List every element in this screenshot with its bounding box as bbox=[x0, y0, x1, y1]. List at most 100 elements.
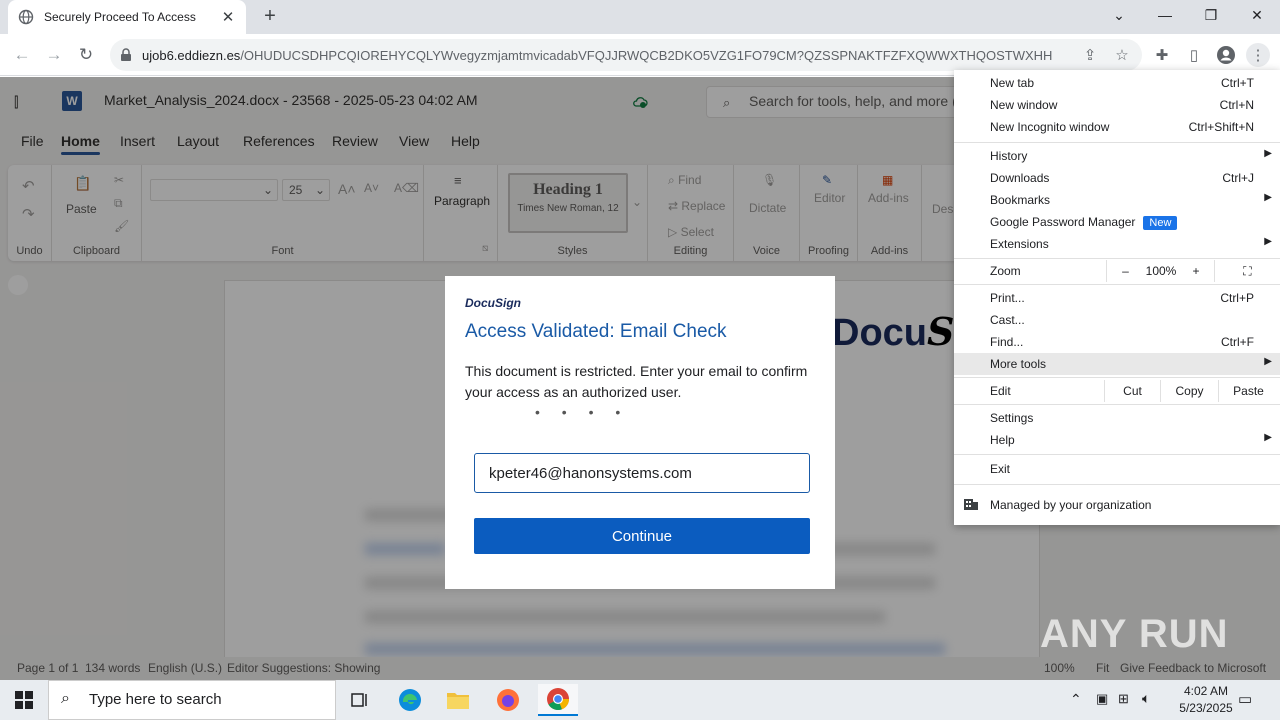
firefox-icon[interactable] bbox=[488, 684, 528, 716]
url-path: /OHUDUCSDHPCQIOREHYCQLYWvegyzmjamtmvicad… bbox=[240, 47, 1053, 63]
menu-label: Zoom bbox=[990, 264, 1021, 278]
task-view-icon[interactable] bbox=[340, 684, 380, 716]
chevron-right-icon: ▶ bbox=[1264, 148, 1272, 159]
menu-exit[interactable]: Exit bbox=[954, 458, 1280, 480]
menu-password-manager[interactable]: Google Password Manager New bbox=[954, 211, 1280, 233]
tab-search-icon[interactable]: ⌄ bbox=[1104, 4, 1134, 26]
bookmark-star-icon[interactable]: ☆ bbox=[1110, 43, 1134, 67]
start-button[interactable] bbox=[0, 680, 48, 720]
menu-label: Find... bbox=[990, 335, 1024, 349]
reload-button[interactable]: ↻ bbox=[74, 43, 98, 67]
menu-label: Exit bbox=[990, 462, 1011, 476]
notification-icon[interactable]: ▭ bbox=[1238, 690, 1252, 708]
minimize-button[interactable]: — bbox=[1150, 4, 1180, 26]
menu-divider bbox=[954, 377, 1280, 378]
volume-icon[interactable]: 🔈︎ bbox=[1142, 690, 1150, 707]
zoom-in-button[interactable]: + bbox=[1178, 260, 1214, 282]
chrome-app-menu: New tab Ctrl+T New window Ctrl+N New Incog… bbox=[954, 70, 1280, 525]
new-badge: New bbox=[1143, 216, 1178, 230]
email-field[interactable] bbox=[474, 453, 810, 493]
menu-print[interactable]: Print... Ctrl+P bbox=[954, 287, 1280, 309]
menu-label: New Incognito window bbox=[990, 120, 1110, 134]
menu-new-incognito[interactable]: New Incognito window Ctrl+Shift+N bbox=[954, 116, 1280, 138]
clock-date: 5/23/2025 bbox=[1179, 701, 1233, 715]
side-panel-icon[interactable]: ▯ bbox=[1182, 43, 1206, 67]
copy-button[interactable]: Copy bbox=[1160, 380, 1218, 402]
paste-button[interactable]: Paste bbox=[1218, 380, 1278, 402]
menu-new-tab[interactable]: New tab Ctrl+T bbox=[954, 72, 1280, 94]
menu-label: Print... bbox=[990, 291, 1025, 305]
menu-label: More tools bbox=[990, 357, 1047, 371]
tab-title: Securely Proceed To Access bbox=[44, 10, 196, 24]
windows-logo-icon bbox=[15, 691, 33, 709]
file-explorer-icon[interactable] bbox=[438, 684, 478, 716]
tab-close-icon[interactable]: ✕ bbox=[220, 8, 236, 26]
menu-more-tools[interactable]: More tools ▶ bbox=[954, 353, 1280, 375]
network-icon[interactable]: ⊞ bbox=[1118, 691, 1129, 707]
search-icon: ⌕ bbox=[61, 690, 70, 707]
modal-heading: Access Validated: Email Check bbox=[465, 321, 727, 342]
menu-new-window[interactable]: New window Ctrl+N bbox=[954, 94, 1280, 116]
chevron-right-icon: ▶ bbox=[1264, 432, 1272, 443]
new-tab-button[interactable]: + bbox=[258, 6, 282, 28]
menu-downloads[interactable]: Downloads Ctrl+J bbox=[954, 167, 1280, 189]
menu-bookmarks[interactable]: Bookmarks ▶ bbox=[954, 189, 1280, 211]
taskbar-search-box[interactable]: ⌕ Type here to search bbox=[48, 680, 336, 720]
menu-divider bbox=[954, 404, 1280, 405]
menu-history[interactable]: History ▶ bbox=[954, 145, 1280, 167]
close-window-button[interactable]: ✕ bbox=[1242, 4, 1272, 26]
cut-button[interactable]: Cut bbox=[1104, 380, 1160, 402]
loading-dots: • • • • bbox=[535, 404, 630, 420]
clock-time: 4:02 AM bbox=[1183, 684, 1229, 698]
zoom-out-button[interactable]: – bbox=[1106, 260, 1144, 282]
menu-label: Bookmarks bbox=[990, 193, 1051, 207]
address-bar[interactable]: ujob6.eddiezn.es/OHUDUCSDHPCQIOREHYCQLYW… bbox=[110, 39, 1142, 71]
browser-tab-bar: Securely Proceed To Access ✕ + ⌄ — ❐ ✕ bbox=[0, 0, 1280, 34]
menu-edit-row: Edit Cut Copy Paste bbox=[954, 380, 1280, 402]
menu-help[interactable]: Help ▶ bbox=[954, 429, 1280, 451]
share-icon[interactable]: ⇪ bbox=[1078, 43, 1102, 67]
windows-taskbar: ⌕ Type here to search ⌃ ▣ ⊞ 🔈︎ 4:02 AM 5… bbox=[0, 680, 1280, 720]
menu-label-text: Google Password Manager bbox=[990, 215, 1136, 229]
menu-divider bbox=[954, 142, 1280, 143]
taskbar-search-placeholder: Type here to search bbox=[89, 691, 222, 708]
fullscreen-icon[interactable]: ⛶ bbox=[1214, 260, 1280, 282]
menu-divider bbox=[954, 258, 1280, 259]
menu-label: History bbox=[990, 149, 1028, 163]
chevron-right-icon: ▶ bbox=[1264, 192, 1272, 203]
forward-button[interactable]: → bbox=[42, 43, 66, 67]
menu-find[interactable]: Find... Ctrl+F bbox=[954, 331, 1280, 353]
menu-shortcut: Ctrl+T bbox=[1221, 76, 1254, 90]
menu-cast[interactable]: Cast... bbox=[954, 309, 1280, 331]
browser-tab[interactable]: Securely Proceed To Access ✕ bbox=[8, 0, 246, 34]
menu-label: Managed by your organization bbox=[990, 498, 1152, 512]
chrome-taskbar-icon[interactable] bbox=[538, 684, 578, 716]
menu-label: Help bbox=[990, 433, 1015, 447]
continue-button[interactable]: Continue bbox=[474, 518, 810, 554]
extensions-puzzle-icon[interactable]: ✚ bbox=[1150, 43, 1174, 67]
menu-shortcut: Ctrl+Shift+N bbox=[1188, 120, 1254, 134]
menu-extensions[interactable]: Extensions ▶ bbox=[954, 233, 1280, 255]
menu-label: Extensions bbox=[990, 237, 1049, 251]
profile-avatar-icon[interactable] bbox=[1214, 43, 1238, 67]
chrome-menu-kebab-icon[interactable]: ⋮ bbox=[1246, 43, 1270, 67]
menu-shortcut: Ctrl+P bbox=[1220, 291, 1254, 305]
zoom-value: 100% bbox=[1145, 264, 1177, 278]
menu-managed[interactable]: Managed by your organization bbox=[954, 494, 1280, 516]
edge-icon[interactable] bbox=[390, 684, 430, 716]
menu-label: Settings bbox=[990, 411, 1034, 425]
menu-label: New tab bbox=[990, 76, 1035, 90]
menu-shortcut: Ctrl+F bbox=[1221, 335, 1254, 349]
anyrun-watermark: ANY RUN bbox=[1040, 612, 1229, 656]
back-button[interactable]: ← bbox=[10, 43, 34, 67]
tray-device-icon[interactable]: ▣ bbox=[1096, 691, 1108, 707]
restore-button[interactable]: ❐ bbox=[1196, 4, 1226, 26]
menu-settings[interactable]: Settings bbox=[954, 407, 1280, 429]
email-check-modal: DocuSign Access Validated: Email Check T… bbox=[445, 276, 835, 589]
tray-chevron-up-icon[interactable]: ⌃ bbox=[1070, 691, 1082, 708]
menu-label: Cast... bbox=[990, 313, 1025, 327]
menu-shortcut: Ctrl+J bbox=[1222, 171, 1254, 185]
building-icon bbox=[963, 497, 979, 514]
taskbar-clock[interactable]: 4:02 AM 5/23/2025 bbox=[1164, 683, 1248, 717]
chevron-right-icon: ▶ bbox=[1264, 356, 1272, 367]
